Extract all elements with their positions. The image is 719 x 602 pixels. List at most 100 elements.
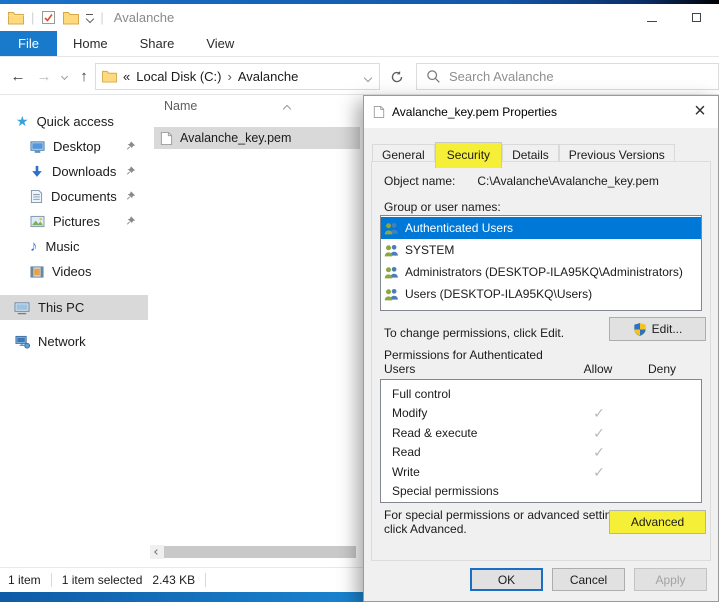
- qat-properties-icon[interactable]: [41, 10, 56, 25]
- search-placeholder: Search Avalanche: [449, 69, 554, 84]
- videos-icon: [30, 265, 44, 279]
- title-bar: | | Avalanche: [0, 4, 719, 31]
- downloads-icon: [30, 165, 44, 179]
- desktop-icon: [30, 140, 45, 154]
- this-pc-icon: [14, 301, 30, 315]
- users-group-icon: [384, 265, 399, 279]
- breadcrumb-folder[interactable]: Avalanche: [238, 69, 298, 84]
- sidebar-item-downloads[interactable]: Downloads: [0, 159, 148, 184]
- sidebar-item-desktop[interactable]: Desktop: [0, 134, 148, 159]
- advanced-button[interactable]: Advanced: [609, 510, 706, 534]
- status-divider: [205, 573, 206, 587]
- navigation-toolbar: ← → ↑ « Local Disk (C:) › Avalanche Sear…: [0, 57, 719, 95]
- scroll-left-icon[interactable]: [150, 545, 164, 559]
- users-group-icon: [384, 221, 399, 235]
- recent-locations-dropdown-icon[interactable]: [56, 57, 72, 95]
- file-name: Avalanche_key.pem: [180, 131, 291, 145]
- file-icon: [160, 131, 173, 146]
- maximize-button[interactable]: [674, 4, 719, 31]
- back-button[interactable]: ←: [6, 57, 30, 95]
- permission-row-write[interactable]: Write ✓: [381, 463, 701, 482]
- sidebar-item-pictures[interactable]: Pictures: [0, 209, 148, 234]
- up-button[interactable]: ↑: [72, 57, 96, 95]
- object-name-value: C:\Avalanche\Avalanche_key.pem: [477, 174, 658, 188]
- refresh-icon[interactable]: [384, 63, 410, 90]
- music-icon: ♪: [30, 239, 38, 254]
- allow-checkmark: ✓: [575, 405, 623, 422]
- ribbon-tab-file[interactable]: File: [0, 31, 57, 56]
- documents-icon: [30, 189, 43, 204]
- users-group-icon: [384, 287, 399, 301]
- qat-new-folder-icon[interactable]: [63, 11, 79, 25]
- permissions-list: Full control Modify ✓ Read & execute ✓ R…: [380, 379, 702, 503]
- group-user-list: Authenticated Users SYSTEM Administrator…: [380, 215, 702, 311]
- horizontal-scrollbar[interactable]: [150, 545, 356, 559]
- dialog-close-icon[interactable]: ×: [684, 97, 716, 125]
- cancel-button[interactable]: Cancel: [552, 568, 625, 591]
- selection-count: 1 item selected: [62, 573, 143, 587]
- user-row-system[interactable]: SYSTEM: [381, 239, 701, 261]
- ribbon-tab-home[interactable]: Home: [57, 31, 124, 56]
- window-folder-icon: [8, 11, 24, 25]
- uac-shield-icon: [633, 322, 647, 337]
- screen: | | Avalanche File Home Share View ← → ↑: [0, 0, 719, 602]
- window-controls: [629, 4, 719, 31]
- security-tab-page: Object name: C:\Avalanche\Avalanche_key.…: [371, 161, 711, 561]
- column-header-name[interactable]: Name: [164, 99, 197, 113]
- edit-button[interactable]: Edit...: [609, 317, 706, 341]
- file-row-avalanche-key[interactable]: Avalanche_key.pem: [154, 127, 360, 149]
- sidebar-item-network[interactable]: Network: [0, 329, 148, 354]
- search-input[interactable]: Search Avalanche: [416, 63, 719, 90]
- ok-button[interactable]: OK: [470, 568, 543, 591]
- allow-checkmark: ✓: [575, 425, 623, 442]
- allow-checkmark: ✓: [575, 464, 623, 481]
- edit-hint-text: To change permissions, click Edit.: [384, 326, 564, 340]
- user-row-administrators[interactable]: Administrators (DESKTOP-ILA95KQ\Administ…: [381, 261, 701, 283]
- advanced-hint-line1: For special permissions or advanced sett…: [384, 508, 627, 522]
- breadcrumb-drive[interactable]: Local Disk (C:): [136, 69, 221, 84]
- network-icon: [14, 335, 30, 349]
- sidebar-item-videos[interactable]: Videos: [0, 259, 148, 284]
- user-row-users[interactable]: Users (DESKTOP-ILA95KQ\Users): [381, 283, 701, 305]
- window-title: Avalanche: [114, 10, 174, 25]
- sidebar-item-quick-access[interactable]: ★ Quick access: [0, 109, 148, 134]
- titlebar-separator: |: [31, 10, 34, 25]
- qat-customize-dropdown-icon[interactable]: [86, 14, 93, 22]
- permission-row-special-permissions[interactable]: Special permissions: [381, 482, 701, 501]
- sidebar-item-music[interactable]: ♪ Music: [0, 234, 148, 259]
- dialog-title: Avalanche_key.pem Properties: [392, 105, 557, 119]
- ribbon-tab-view[interactable]: View: [190, 31, 250, 56]
- quick-access-star-icon: ★: [16, 113, 29, 130]
- tab-security[interactable]: Security: [435, 142, 502, 168]
- allow-checkmark: ✓: [575, 444, 623, 461]
- apply-button[interactable]: Apply: [634, 568, 707, 591]
- minimize-button[interactable]: [629, 4, 674, 31]
- permission-row-full-control[interactable]: Full control: [381, 385, 701, 404]
- forward-button[interactable]: →: [32, 57, 56, 95]
- address-bar[interactable]: « Local Disk (C:) › Avalanche: [95, 63, 380, 90]
- sidebar-item-documents[interactable]: Documents: [0, 184, 148, 209]
- scrollbar-thumb[interactable]: [164, 546, 356, 558]
- ribbon-tab-bar: File Home Share View: [0, 31, 719, 57]
- permissions-header-line2: Users: [384, 362, 415, 376]
- permission-row-read[interactable]: Read ✓: [381, 443, 701, 462]
- selection-size: 2.43 KB: [152, 573, 195, 587]
- pictures-icon: [30, 215, 45, 228]
- breadcrumb-overflow[interactable]: «: [123, 69, 130, 84]
- address-folder-icon: [102, 70, 117, 83]
- address-dropdown-icon[interactable]: [365, 69, 373, 84]
- sort-ascending-icon[interactable]: [284, 99, 290, 117]
- user-row-authenticated-users[interactable]: Authenticated Users: [381, 217, 701, 239]
- pin-icon: [126, 165, 136, 176]
- permission-row-modify[interactable]: Modify ✓: [381, 404, 701, 423]
- dialog-button-row: OK Cancel Apply: [470, 568, 707, 591]
- sidebar-item-this-pc[interactable]: This PC: [0, 295, 148, 320]
- breadcrumb-separator: ›: [227, 69, 231, 84]
- status-divider: [51, 573, 52, 587]
- search-icon: [426, 69, 441, 84]
- ribbon-tab-share[interactable]: Share: [124, 31, 191, 56]
- pin-icon: [126, 140, 136, 151]
- object-name-label: Object name:: [384, 174, 455, 188]
- permission-row-read-execute[interactable]: Read & execute ✓: [381, 424, 701, 443]
- deny-column-header: Deny: [638, 362, 686, 376]
